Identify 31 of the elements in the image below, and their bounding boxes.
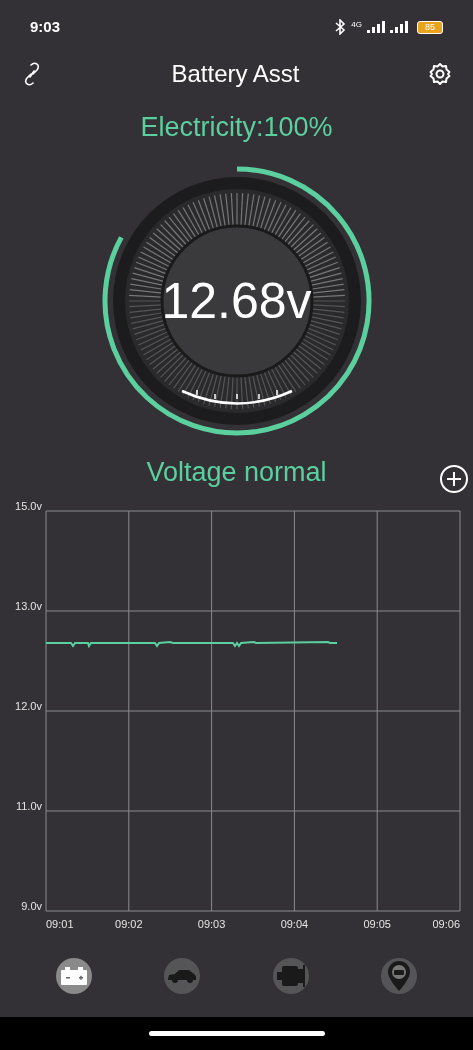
- map-pin-icon: [387, 961, 410, 991]
- x-axis-label: 09:03: [197, 918, 226, 930]
- car-icon: [167, 969, 198, 983]
- engine-icon: [276, 963, 305, 989]
- y-axis-label: 15.0v: [15, 500, 42, 512]
- battery-icon: [61, 967, 88, 985]
- x-axis-label: 09:06: [432, 918, 460, 930]
- x-axis-label: 09:02: [115, 918, 143, 930]
- add-button[interactable]: [440, 465, 468, 493]
- signal-icon: [390, 21, 408, 33]
- settings-icon: [428, 62, 452, 86]
- x-axis-label: 09:01: [46, 918, 74, 930]
- x-axis-label: 09:04: [280, 918, 309, 930]
- settings-button[interactable]: [427, 61, 453, 87]
- voltage-reading: 12.68v: [161, 276, 312, 326]
- battery-level-badge: 85: [417, 20, 443, 34]
- nav-button[interactable]: [56, 958, 93, 994]
- y-axis-label: 11.0v: [15, 800, 42, 812]
- x-axis-label: 09:05: [363, 918, 391, 930]
- electricity-label: Electricity:100%: [140, 114, 333, 141]
- link-icon: [22, 62, 42, 86]
- plus-icon: [447, 472, 461, 486]
- y-axis-label: 12.0v: [15, 700, 42, 712]
- bluetooth-icon: [334, 19, 347, 35]
- app-title: Battery Asst: [171, 59, 300, 89]
- y-axis-label: 13.0v: [15, 600, 42, 612]
- voltage-status: Voltage normal: [146, 459, 327, 489]
- signal-icon: [367, 21, 385, 33]
- status-time: 9:03: [30, 16, 61, 37]
- y-axis-label: 9.0v: [21, 900, 42, 912]
- network-type: 4G: [351, 21, 362, 29]
